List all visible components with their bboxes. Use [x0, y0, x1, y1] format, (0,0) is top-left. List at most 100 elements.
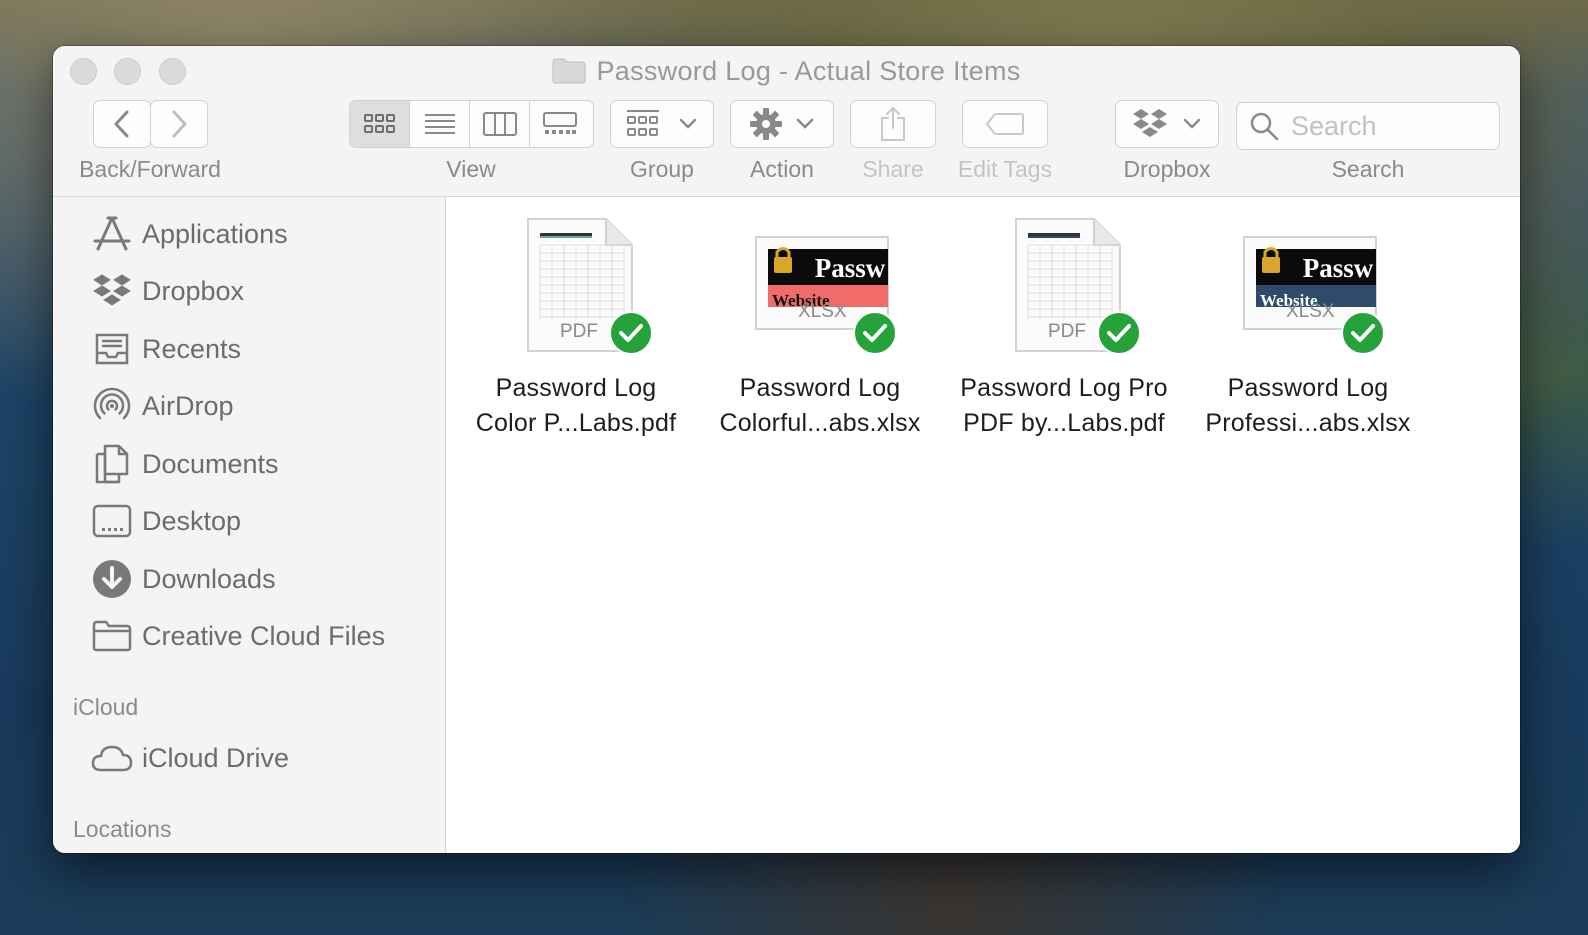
file-item[interactable]: Passw Website XLSX Password Log Colorful… — [700, 215, 940, 441]
sidebar-item-label: Dropbox — [142, 275, 245, 306]
sidebar-item-applications[interactable]: Applications — [91, 212, 288, 256]
search-field[interactable] — [1236, 102, 1500, 150]
dropbox-label: Dropbox — [1123, 156, 1211, 182]
airdrop-icon — [91, 385, 133, 427]
sidebar-item-creative-cloud-files[interactable]: Creative Cloud Files — [91, 614, 385, 658]
sidebar-item-dropbox[interactable]: Dropbox — [91, 269, 244, 313]
pdf-file-icon: PDF — [944, 215, 1184, 355]
gallery-view-button[interactable] — [530, 101, 590, 147]
share-icon — [881, 106, 905, 141]
list-view-button[interactable] — [410, 101, 470, 147]
file-name-line2: PDF by...Labs.pdf — [963, 409, 1165, 437]
action-label: Action — [750, 156, 814, 182]
back-forward-label: Back/Forward — [79, 156, 221, 182]
folder-icon — [552, 58, 586, 91]
list-icon — [424, 114, 455, 134]
sidebar-item-desktop[interactable]: Desktop — [91, 499, 241, 543]
group-label: Group — [630, 156, 694, 182]
search-label: Search — [1331, 156, 1405, 182]
file-name-line1: Password Log — [1227, 374, 1389, 402]
view-label: View — [446, 156, 496, 182]
dropbox-icon — [1133, 109, 1167, 137]
dropbox-button[interactable] — [1115, 100, 1219, 148]
action-button[interactable] — [730, 100, 834, 148]
share-label: Share — [862, 156, 924, 182]
xlsx-file-icon: Passw Website XLSX — [700, 215, 940, 355]
pdf-file-icon: PDF — [456, 215, 696, 355]
forward-button[interactable] — [150, 100, 208, 148]
chevron-left-icon — [114, 110, 129, 138]
folder-icon — [91, 615, 133, 657]
file-item[interactable]: PDF Password Log Color P...Labs.pdf — [456, 215, 696, 441]
file-name-line2: Color P...Labs.pdf — [475, 409, 677, 437]
sync-check-icon — [1341, 311, 1385, 355]
sidebar-item-label: Recents — [142, 333, 242, 364]
column-view-button[interactable] — [470, 101, 530, 147]
share-button[interactable] — [850, 100, 936, 148]
group-button[interactable] — [610, 100, 714, 148]
chevron-down-icon — [1183, 118, 1201, 129]
applications-icon — [91, 213, 133, 255]
cloud-icon — [91, 737, 133, 779]
sidebar-item-label: Applications — [142, 218, 288, 249]
file-name: Password Log Colorful...abs.xlsx — [700, 371, 940, 441]
file-name: Password Log Pro PDF by...Labs.pdf — [944, 371, 1184, 441]
edit-tags-label: Edit Tags — [957, 156, 1053, 182]
edit-tags-button[interactable] — [962, 100, 1048, 148]
sync-check-icon — [1097, 311, 1141, 355]
file-type-badge: XLSX — [798, 301, 847, 322]
file-type-badge: PDF — [560, 321, 598, 342]
sidebar-item-recents[interactable]: Recents — [91, 327, 241, 371]
file-name: Password Log Color P...Labs.pdf — [456, 371, 696, 441]
recents-icon — [91, 328, 133, 370]
search-icon — [1250, 112, 1279, 141]
window-title-text: Password Log - Actual Store Items — [596, 56, 1021, 86]
downloads-icon — [91, 558, 133, 600]
sync-check-icon — [609, 311, 653, 355]
group-grid-icon — [627, 110, 659, 136]
sidebar-item-label: AirDrop — [142, 390, 234, 421]
search-input[interactable] — [1289, 109, 1493, 143]
sidebar-item-label: Desktop — [142, 505, 242, 536]
file-type-badge: PDF — [1048, 321, 1086, 342]
sidebar-item-airdrop[interactable]: AirDrop — [91, 384, 234, 428]
documents-icon — [91, 443, 133, 485]
sidebar-item-label: Creative Cloud Files — [142, 620, 386, 651]
file-browser: PDF Password Log Color P...Labs.pdf Pass… — [446, 197, 1520, 853]
sidebar-item-label: Downloads — [142, 563, 276, 594]
tag-icon — [986, 113, 1024, 135]
xlsx-file-icon: Passw Website XLSX — [1188, 215, 1428, 355]
gear-icon — [750, 108, 782, 140]
sidebar-item-label: Documents — [142, 448, 279, 479]
desktop-icon — [91, 500, 133, 542]
sidebar-item-documents[interactable]: Documents — [91, 442, 279, 486]
chevron-down-icon — [679, 118, 697, 129]
file-name-line2: Colorful...abs.xlsx — [719, 409, 921, 437]
sidebar-section-locations: Locations — [73, 816, 172, 842]
sidebar-section-icloud: iCloud — [73, 694, 139, 720]
finder-window: Password Log - Actual Store Items Back/F… — [53, 46, 1520, 853]
file-name-line1: Password Log — [495, 374, 657, 402]
chevron-right-icon — [172, 110, 187, 138]
gallery-icon — [543, 112, 577, 134]
icon-view-button[interactable] — [350, 101, 410, 147]
sync-check-icon — [853, 311, 897, 355]
sidebar-item-downloads[interactable]: Downloads — [91, 557, 276, 601]
back-button[interactable] — [93, 100, 151, 148]
file-name-line1: Password Log Pro — [960, 374, 1168, 402]
file-type-badge: XLSX — [1286, 301, 1335, 322]
sidebar-item-label: iCloud Drive — [142, 742, 290, 773]
file-name: Password Log Professi...abs.xlsx — [1188, 371, 1428, 441]
chevron-down-icon — [796, 118, 814, 129]
dropbox-icon — [91, 270, 133, 312]
xlsx-banner-title: Passw — [814, 253, 886, 283]
file-name-line1: Password Log — [739, 374, 901, 402]
file-item[interactable]: Passw Website XLSX Password Log Professi… — [1188, 215, 1428, 441]
xlsx-banner-title: Passw — [1302, 253, 1374, 283]
sidebar-item-icloud-drive[interactable]: iCloud Drive — [91, 736, 289, 780]
grid-icon — [363, 114, 395, 133]
columns-icon — [482, 112, 517, 136]
view-segmented-control — [349, 100, 594, 148]
file-item[interactable]: PDF Password Log Pro PDF by...Labs.pdf — [944, 215, 1184, 441]
window-title: Password Log - Actual Store Items — [53, 56, 1520, 91]
